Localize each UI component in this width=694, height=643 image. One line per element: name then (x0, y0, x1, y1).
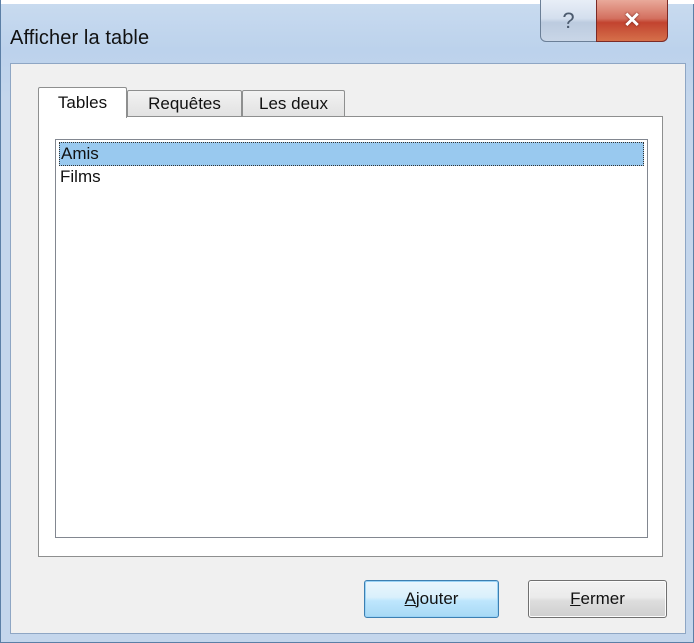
list-item-films[interactable]: Films (59, 166, 644, 190)
close-window-button[interactable]: ✕ (596, 0, 668, 42)
list-item-amis[interactable]: Amis (59, 142, 644, 166)
tab-label: Les deux (259, 93, 328, 113)
dialog-title: Afficher la table (10, 27, 150, 49)
add-button[interactable]: Ajouter (364, 580, 499, 618)
close-button[interactable]: Fermer (528, 580, 667, 618)
list-item-label: Amis (61, 144, 99, 163)
close-button-label-rest: ermer (580, 589, 625, 608)
help-button[interactable]: ? (540, 0, 597, 42)
dialog-client-area: Tables Requêtes Les deux Amis Films Ajou… (10, 63, 686, 634)
tab-panel-tables: Amis Films (38, 116, 663, 557)
add-button-mnemonic: A (404, 589, 416, 608)
tab-requetes[interactable]: Requêtes (127, 90, 242, 116)
tab-label: Tables (57, 93, 108, 112)
dialog-window: Afficher la table ? ✕ Tables Requêtes Le… (0, 0, 694, 643)
list-item-label: Films (60, 167, 101, 186)
tab-label: Requêtes (148, 93, 221, 113)
tab-les-deux[interactable]: Les deux (242, 90, 345, 116)
tables-listbox[interactable]: Amis Films (55, 139, 648, 538)
question-mark-icon: ? (562, 7, 575, 33)
close-button-mnemonic: F (570, 589, 581, 608)
close-icon: ✕ (623, 9, 641, 32)
tab-tables[interactable]: Tables (38, 87, 127, 118)
add-button-label-rest: jouter (415, 589, 459, 608)
